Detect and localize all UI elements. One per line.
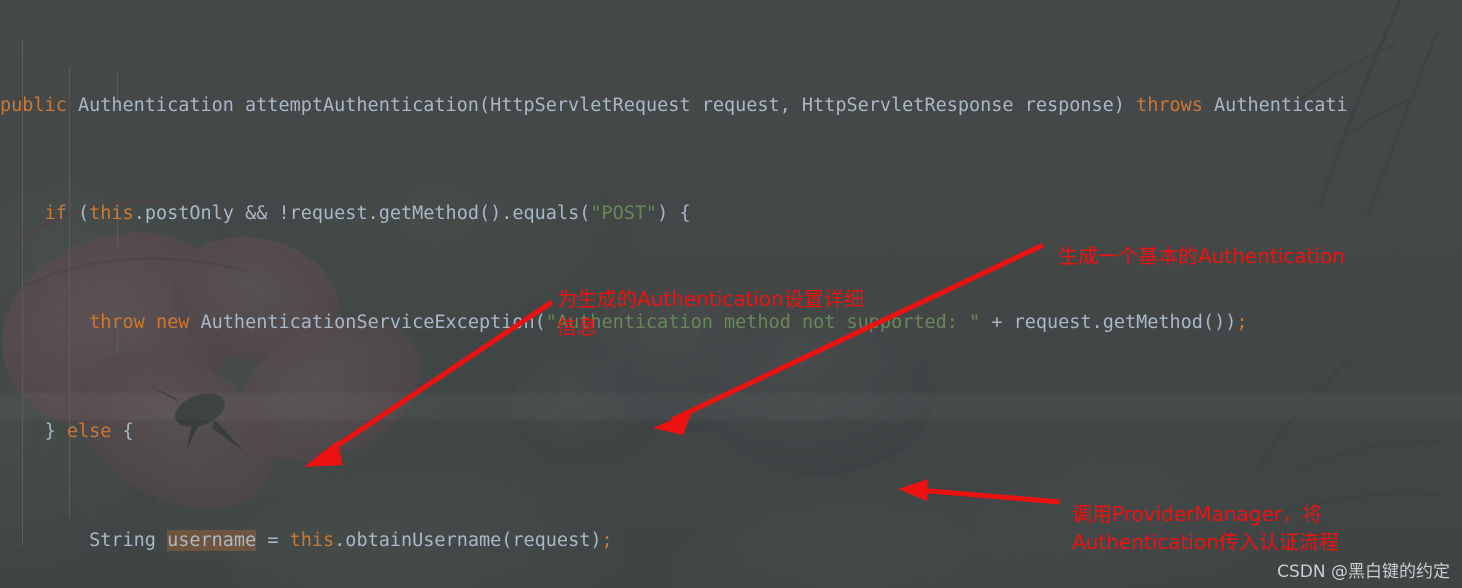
line2-close: ) {: [657, 203, 691, 225]
identifier-username-decl: username: [167, 529, 257, 551]
keyword-if: if: [44, 203, 67, 225]
annotation-text-set-details: 为生成的Authentication设置详细 信息: [557, 287, 864, 339]
line4-open: {: [111, 421, 134, 442]
line3-call: AuthenticationServiceException(: [189, 312, 546, 334]
line5-indent: [0, 530, 89, 551]
line5-call: .obtainUsername(request): [334, 529, 602, 551]
code-line-2: if (this.postOnly && !request.getMethod(…: [0, 200, 1462, 227]
keyword-else: else: [66, 421, 112, 442]
keyword-throw: throw: [89, 312, 145, 334]
line3-plus: + request.getMethod()): [980, 312, 1237, 334]
line5-semicolon: ;: [601, 529, 613, 551]
line1-signature: Authentication attemptAuthentication(Htt…: [66, 94, 1137, 116]
keyword-new: new: [155, 312, 190, 334]
line5-type: String: [89, 529, 168, 551]
line3-semicolon: ;: [1236, 312, 1248, 334]
line2-mid: .postOnly && !request.getMethod().equals…: [133, 203, 591, 225]
annotation-text-provider-manager: 调用ProviderManager，将 Authentication传入认证流程: [1072, 502, 1339, 554]
code-editor-screenshot: public Authentication attemptAuthenticat…: [0, 0, 1462, 588]
keyword-public: public: [0, 94, 67, 116]
csdn-watermark: CSDN @黑白键的约定: [1277, 562, 1450, 582]
line4-brace: }: [44, 421, 67, 442]
keyword-this: this: [89, 203, 134, 225]
line3-space: [145, 312, 156, 333]
string-post: "POST": [590, 203, 658, 225]
line5-eq: =: [256, 529, 290, 551]
code-line-1: public Authentication attemptAuthenticat…: [0, 92, 1462, 119]
keyword-throws: throws: [1136, 94, 1203, 116]
code-line-4: } else {: [0, 418, 1462, 445]
line1-tail: Authenticati: [1202, 94, 1348, 116]
annotation-text-generate-authentication: 生成一个基本的Authentication: [1058, 244, 1345, 268]
line3-indent: [0, 312, 89, 333]
line2-open: (: [66, 203, 90, 225]
line4-indent: [0, 421, 45, 442]
keyword-this-l5: this: [289, 529, 335, 551]
line2-indent: [0, 203, 45, 224]
